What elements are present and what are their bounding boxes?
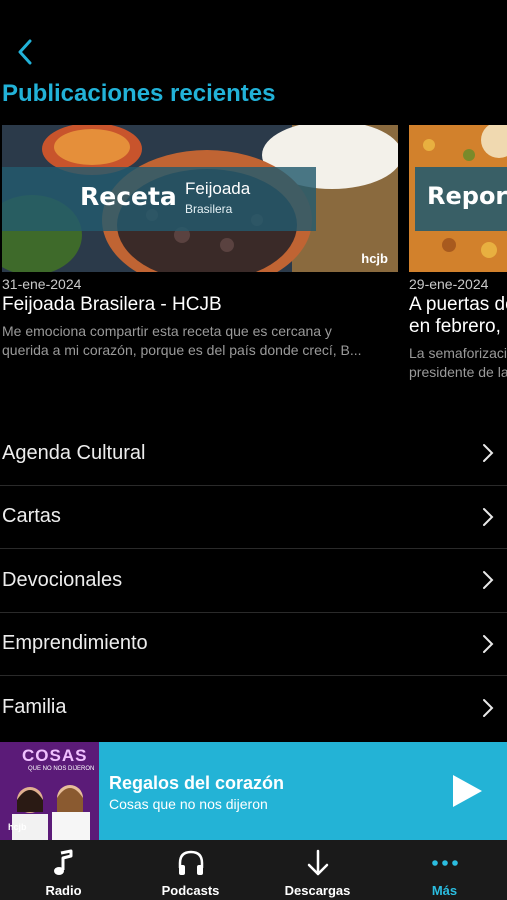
podcast-artwork: COSAS QUE NO NOS DIJERON hcjb (0, 742, 99, 840)
chevron-right-icon (483, 698, 494, 717)
mini-player[interactable]: COSAS QUE NO NOS DIJERON hcjb Regalos de… (0, 742, 507, 840)
post-title: Feijoada Brasilera - HCJB (2, 294, 222, 315)
tab-bar: Radio Podcasts Descargas Más (0, 840, 507, 900)
more-dots-icon (431, 860, 458, 866)
post-card[interactable]: Receta Feijoada Brasilera hcjb 31-ene-20… (2, 125, 398, 360)
player-title: Regalos del corazón (109, 773, 285, 793)
tab-descargas[interactable]: Descargas (254, 840, 381, 900)
post-title: A puertas de iniciar clases en febrero, (409, 294, 507, 338)
banner-category: Receta (80, 182, 177, 211)
menu-item-label: Devocionales (2, 568, 123, 591)
post-title-line: A puertas de iniciar clases (409, 294, 507, 315)
post-banner: Reportaje (415, 167, 507, 231)
download-arrow-icon (307, 849, 328, 876)
menu-item-familia[interactable]: Familia (0, 676, 507, 740)
tab-podcasts[interactable]: Podcasts (127, 840, 254, 900)
tab-radio[interactable]: Radio (0, 840, 127, 900)
category-list: Agenda Cultural Cartas Devocionales Empr… (0, 422, 507, 740)
post-card[interactable]: Reportaje 29-ene-2024 A puertas de inici… (409, 125, 507, 382)
post-title-line: en febrero, (409, 316, 501, 337)
post-excerpt-line: La semaforización (409, 345, 507, 361)
tab-label: Más (431, 883, 458, 898)
post-excerpt-line: querida a mi corazón, porque es del país… (2, 342, 362, 358)
post-excerpt-line: Me emociona compartir esta receta que es… (2, 323, 332, 339)
banner-title: Feijoada (185, 179, 251, 198)
tab-mas[interactable]: Más (381, 840, 507, 900)
chevron-right-icon (483, 634, 494, 653)
recent-posts-carousel[interactable]: Receta Feijoada Brasilera hcjb 31-ene-20… (0, 125, 507, 395)
post-date: 31-ene-2024 (2, 276, 82, 292)
menu-item-devocionales[interactable]: Devocionales (0, 549, 507, 613)
chevron-right-icon (483, 444, 494, 463)
menu-item-label: Emprendimiento (2, 632, 148, 655)
tab-label: Podcasts (161, 883, 220, 898)
menu-item-label: Cartas (2, 505, 61, 528)
back-button[interactable] (12, 36, 38, 68)
artwork-subtitle: QUE NO NOS DIJERON (28, 766, 95, 772)
post-banner: Receta Feijoada Brasilera (2, 167, 316, 231)
music-note-icon (53, 849, 72, 875)
menu-item-agenda-cultural[interactable]: Agenda Cultural (0, 422, 507, 486)
menu-item-label: Agenda Cultural (2, 441, 146, 464)
tab-label: Descargas (284, 883, 351, 898)
menu-item-emprendimiento[interactable]: Emprendimiento (0, 613, 507, 676)
banner-category: Reportaje (427, 182, 507, 210)
section-title: Publicaciones recientes (2, 80, 276, 107)
post-excerpt: La semaforización presidente de la (409, 344, 507, 382)
headphones-icon (178, 850, 203, 875)
post-thumbnail: Reportaje (409, 125, 507, 272)
menu-item-cartas[interactable]: Cartas (0, 486, 507, 549)
artwork-logo: hcjb (8, 822, 27, 832)
post-excerpt-line: presidente de la (409, 364, 507, 380)
tab-label: Radio (45, 883, 82, 898)
post-date: 29-ene-2024 (409, 276, 489, 292)
chevron-right-icon (483, 571, 494, 590)
chevron-left-icon (18, 39, 32, 65)
post-thumbnail: Receta Feijoada Brasilera hcjb (2, 125, 398, 272)
watermark-logo: hcjb (361, 251, 388, 266)
post-excerpt: Me emociona compartir esta receta que es… (2, 322, 398, 360)
chevron-right-icon (483, 507, 494, 526)
banner-subtitle: Brasilera (185, 202, 233, 216)
artwork-title: COSAS (22, 746, 88, 765)
play-icon[interactable] (447, 772, 485, 810)
menu-item-label: Familia (2, 696, 67, 719)
player-subtitle: Cosas que no nos dijeron (109, 796, 268, 812)
